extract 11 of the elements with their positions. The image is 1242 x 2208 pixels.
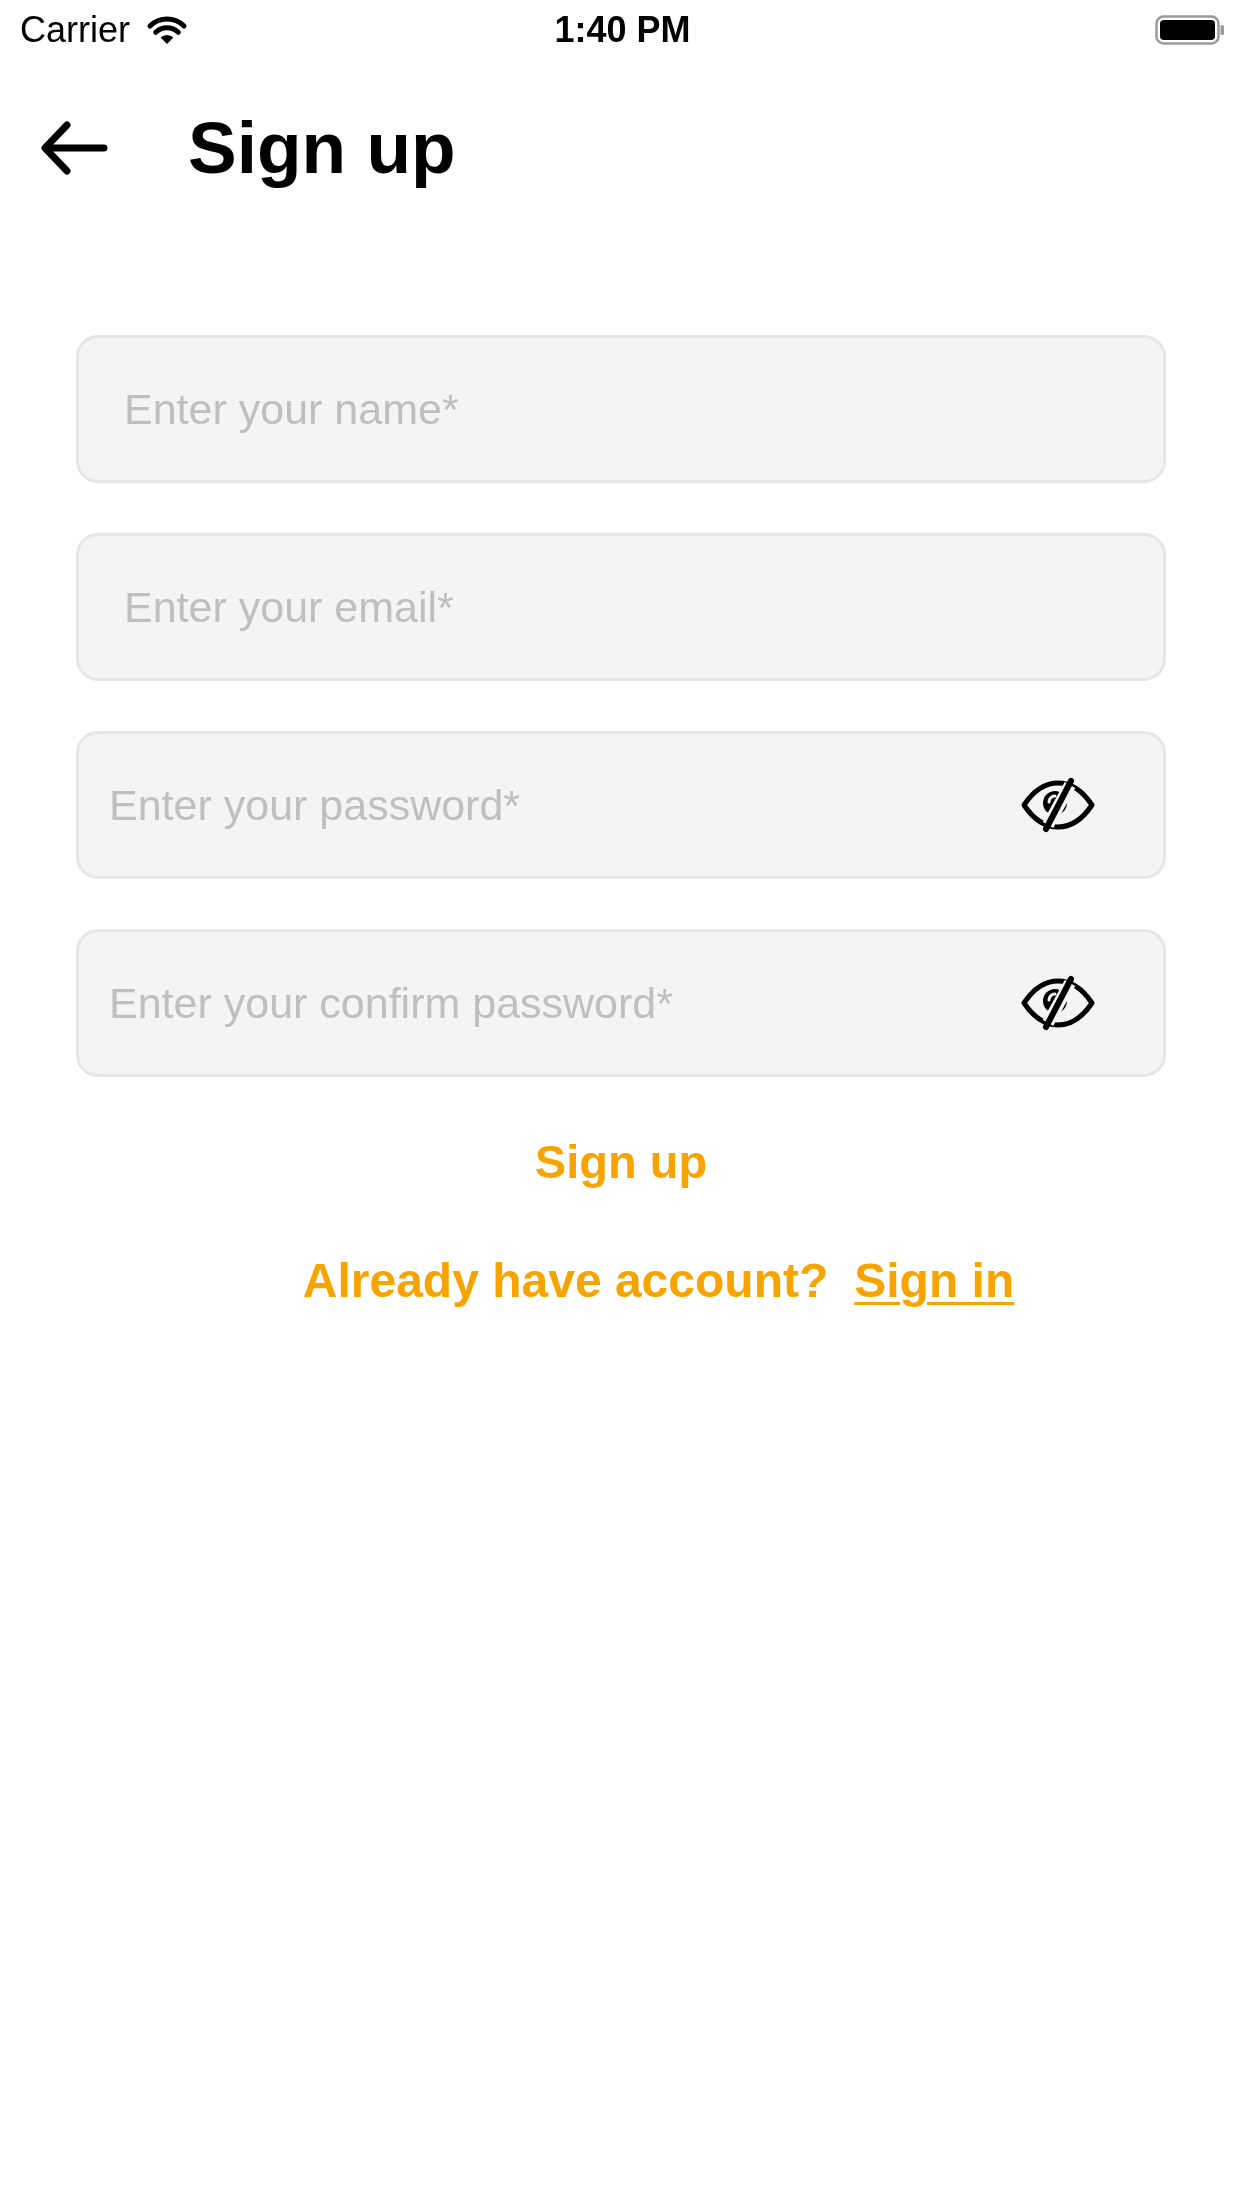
- back-arrow-icon[interactable]: [40, 120, 108, 176]
- eye-slash-icon[interactable]: [1020, 975, 1096, 1031]
- battery-icon: [1155, 15, 1225, 45]
- account-prompt: Already have account?: [302, 1253, 829, 1309]
- status-time: 1:40 PM: [554, 8, 691, 52]
- eye-slash-icon[interactable]: [1020, 777, 1096, 833]
- sign-up-button[interactable]: Sign up: [534, 1134, 708, 1190]
- page-title: Sign up: [188, 106, 456, 190]
- carrier-label: Carrier: [20, 8, 130, 52]
- wifi-icon: [146, 15, 188, 45]
- sign-in-link[interactable]: Sign in: [854, 1251, 1015, 1311]
